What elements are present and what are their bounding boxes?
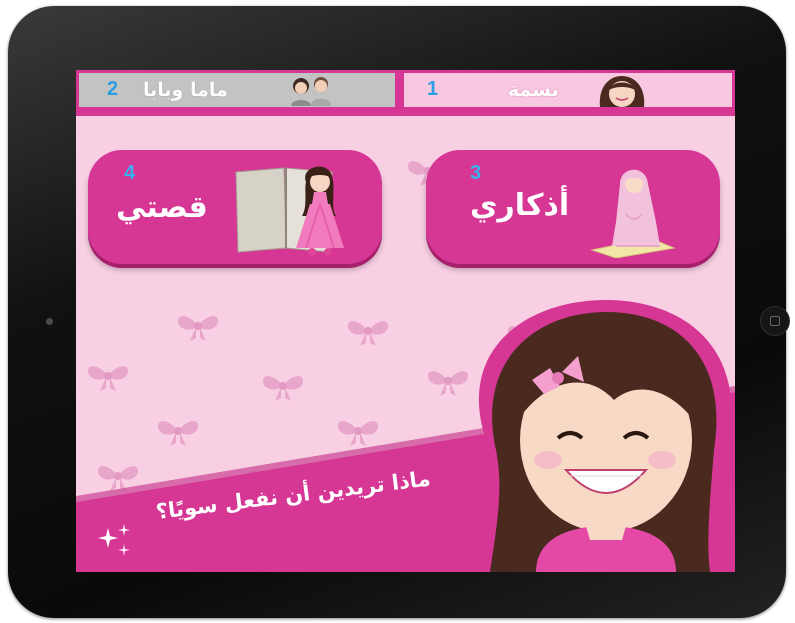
girl-character xyxy=(476,300,732,572)
home-button[interactable] xyxy=(760,306,790,336)
app-screen: 2 ماما وبابا 1 بسمة 4 قصتي 3 أذكاري ماذا… xyxy=(76,70,735,572)
camera-icon xyxy=(46,318,53,325)
sparkle-icon xyxy=(98,524,130,556)
